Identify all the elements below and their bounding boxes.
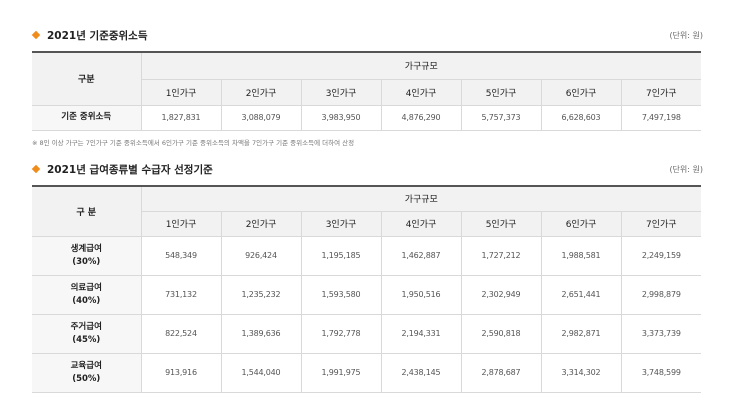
table-cell: 1,235,232 xyxy=(220,275,301,315)
table2-col-header: 3인가구 xyxy=(300,211,381,237)
section1-title: 2021년 기준중위소득 xyxy=(31,28,148,43)
benefit-label: 주거급여 (45%) xyxy=(32,314,141,354)
benefit-percent: (45%) xyxy=(72,334,101,345)
table-cell: 1,462,887 xyxy=(380,236,461,276)
table1-row-header: 구분 xyxy=(32,51,141,106)
section1-title-text: 2021년 기준중위소득 xyxy=(47,29,148,42)
table-cell: 926,424 xyxy=(220,236,301,276)
table-row: 의료급여 (40%) 731,132 1,235,232 1,593,580 1… xyxy=(32,275,702,315)
table-row: 교육급여 (50%) 913,916 1,544,040 1,991,975 2… xyxy=(32,353,702,393)
table-cell: 913,916 xyxy=(140,353,221,393)
table1-col-header: 2인가구 xyxy=(220,79,301,106)
section2-title-text: 2021년 급여종류별 수급자 선정기준 xyxy=(47,163,213,176)
table2-col-header: 4인가구 xyxy=(380,211,461,237)
benefit-name: 교육급여 xyxy=(70,360,102,371)
table-cell: 1,593,580 xyxy=(300,275,381,315)
table-cell: 4,876,290 xyxy=(380,105,461,131)
table2-col-header: 1인가구 xyxy=(140,211,221,237)
table1-col-header: 3인가구 xyxy=(300,79,381,106)
table-cell: 2,194,331 xyxy=(380,314,461,354)
table-row: 기준 중위소득 1,827,831 3,088,079 3,983,950 4,… xyxy=(32,105,702,131)
section1-unit: (단위: 원) xyxy=(669,30,703,40)
table1-row-label: 기준 중위소득 xyxy=(32,105,141,131)
table-cell: 1,389,636 xyxy=(220,314,301,354)
table-cell: 1,195,185 xyxy=(300,236,381,276)
benefit-percent: (50%) xyxy=(72,373,101,384)
table-cell: 2,982,871 xyxy=(540,314,621,354)
benefit-name: 주거급여 xyxy=(70,321,102,332)
table-cell: 1,544,040 xyxy=(220,353,301,393)
table-cell: 2,438,145 xyxy=(380,353,461,393)
table-cell: 822,524 xyxy=(140,314,221,354)
page: 2021년 기준중위소득 (단위: 원) 구분 가구규모 1인가구 2인가구 3… xyxy=(0,0,735,418)
table-cell: 3,748,599 xyxy=(620,353,702,393)
table-cell: 1,991,975 xyxy=(300,353,381,393)
table1-col-header: 7인가구 xyxy=(620,79,702,106)
table-cell: 1,727,212 xyxy=(460,236,541,276)
benefit-percent: (40%) xyxy=(72,295,101,306)
table-cell: 2,878,687 xyxy=(460,353,541,393)
section2-unit: (단위: 원) xyxy=(669,164,703,174)
section2-title: 2021년 급여종류별 수급자 선정기준 xyxy=(31,162,213,177)
benefit-label: 생계급여 (30%) xyxy=(32,236,141,276)
footnote: ※ 8인 이상 가구는 7인가구 기준 중위소득에서 6인가구 기준 중위소득의… xyxy=(32,139,355,147)
median-income-table: 구분 가구규모 1인가구 2인가구 3인가구 4인가구 5인가구 6인가구 7인… xyxy=(32,51,702,131)
table1-group-header: 가구규모 xyxy=(140,51,702,80)
table2-group-header: 가구규모 xyxy=(140,185,702,212)
section1-header: 2021년 기준중위소득 (단위: 원) xyxy=(31,27,703,43)
table1-col-header: 5인가구 xyxy=(460,79,541,106)
table2-row-header: 구 분 xyxy=(32,185,141,237)
benefit-percent: (30%) xyxy=(72,256,101,267)
table-cell: 6,628,603 xyxy=(540,105,621,131)
table-row: 주거급여 (45%) 822,524 1,389,636 1,792,778 2… xyxy=(32,314,702,354)
table-cell: 1,950,516 xyxy=(380,275,461,315)
table1-col-header: 6인가구 xyxy=(540,79,621,106)
table-cell: 548,349 xyxy=(140,236,221,276)
table-cell: 2,302,949 xyxy=(460,275,541,315)
table-cell: 3,373,739 xyxy=(620,314,702,354)
table-cell: 3,314,302 xyxy=(540,353,621,393)
table-row: 생계급여 (30%) 548,349 926,424 1,195,185 1,4… xyxy=(32,236,702,276)
table1-col-header: 1인가구 xyxy=(140,79,221,106)
table1-col-header: 4인가구 xyxy=(380,79,461,106)
table2-col-header: 5인가구 xyxy=(460,211,541,237)
table2-col-header: 6인가구 xyxy=(540,211,621,237)
benefit-label: 교육급여 (50%) xyxy=(32,353,141,393)
table-cell: 5,757,373 xyxy=(460,105,541,131)
table-cell: 2,651,441 xyxy=(540,275,621,315)
table-cell: 7,497,198 xyxy=(620,105,702,131)
table-cell: 731,132 xyxy=(140,275,221,315)
benefit-criteria-table: 구 분 가구규모 1인가구 2인가구 3인가구 4인가구 5인가구 6인가구 7… xyxy=(32,185,702,393)
benefit-label: 의료급여 (40%) xyxy=(32,275,141,315)
table-cell: 1,827,831 xyxy=(140,105,221,131)
benefit-name: 의료급여 xyxy=(70,282,102,293)
table2-col-header: 7인가구 xyxy=(620,211,702,237)
table2-col-header: 2인가구 xyxy=(220,211,301,237)
table-cell: 2,249,159 xyxy=(620,236,702,276)
table-cell: 1,792,778 xyxy=(300,314,381,354)
benefit-name: 생계급여 xyxy=(70,243,102,254)
table-cell: 2,590,818 xyxy=(460,314,541,354)
section2-header: 2021년 급여종류별 수급자 선정기준 (단위: 원) xyxy=(31,161,703,177)
table-cell: 1,988,581 xyxy=(540,236,621,276)
table-cell: 3,088,079 xyxy=(220,105,301,131)
table-cell: 3,983,950 xyxy=(300,105,381,131)
orange-diamond-icon xyxy=(31,164,41,174)
table-cell: 2,998,879 xyxy=(620,275,702,315)
orange-diamond-icon xyxy=(31,30,41,40)
